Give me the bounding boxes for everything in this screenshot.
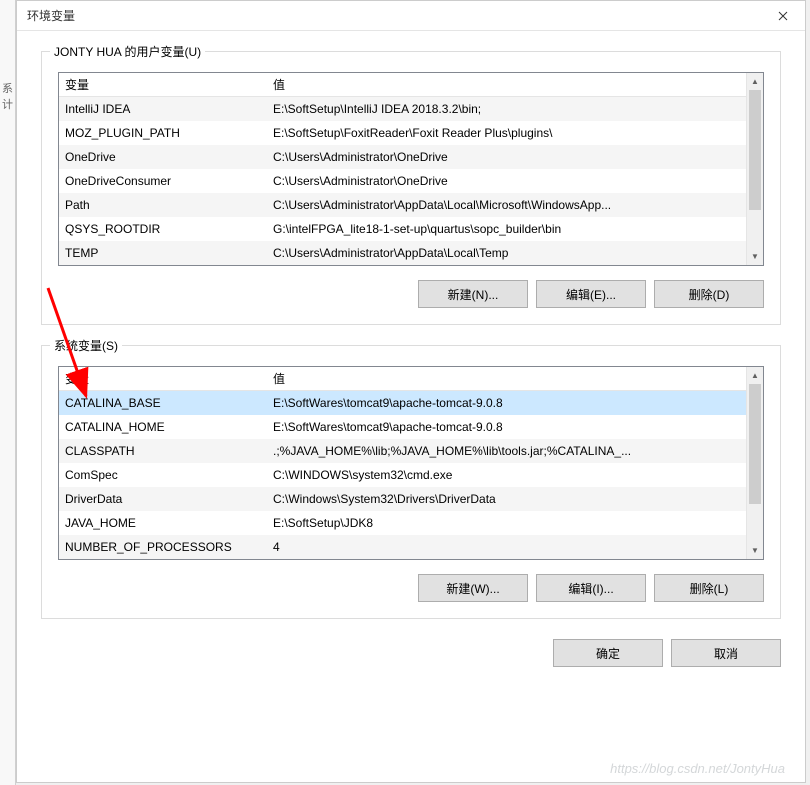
scroll-up-icon[interactable]: ▲ [747,73,763,90]
table-row[interactable]: OneDriveC:\Users\Administrator\OneDrive [59,145,763,169]
var-name: TEMP [59,246,267,260]
ok-button[interactable]: 确定 [553,639,663,667]
var-name: NUMBER_OF_PROCESSORS [59,540,267,554]
var-value: C:\Users\Administrator\AppData\Local\Mic… [267,198,763,212]
dialog-button-row: 确定 取消 [17,639,805,683]
var-value: .;%JAVA_HOME%\lib;%JAVA_HOME%\lib\tools.… [267,444,763,458]
user-button-row: 新建(N)... 编辑(E)... 删除(D) [58,280,764,308]
cancel-button[interactable]: 取消 [671,639,781,667]
scrollbar-thumb[interactable] [749,90,761,210]
scroll-down-icon[interactable]: ▼ [747,542,763,559]
var-name: IntelliJ IDEA [59,102,267,116]
table-row[interactable]: OneDriveConsumerC:\Users\Administrator\O… [59,169,763,193]
var-value: C:\WINDOWS\system32\cmd.exe [267,468,763,482]
var-value: E:\SoftWares\tomcat9\apache-tomcat-9.0.8 [267,420,763,434]
system-variables-label: 系统变量(S) [50,337,122,354]
user-variables-list[interactable]: 变量 值 IntelliJ IDEAE:\SoftSetup\IntelliJ … [58,72,764,266]
table-row[interactable]: CATALINA_BASEE:\SoftWares\tomcat9\apache… [59,391,763,415]
var-name: CLASSPATH [59,444,267,458]
table-row[interactable]: CATALINA_HOMEE:\SoftWares\tomcat9\apache… [59,415,763,439]
user-delete-button[interactable]: 删除(D) [654,280,764,308]
var-name: OneDrive [59,150,267,164]
header-name[interactable]: 变量 [59,76,267,93]
user-variables-label: JONTY HUA 的用户变量(U) [50,43,205,60]
system-variables-list[interactable]: 变量 值 CATALINA_BASEE:\SoftWares\tomcat9\a… [58,366,764,560]
var-name: CATALINA_BASE [59,396,267,410]
system-delete-button[interactable]: 删除(L) [654,574,764,602]
environment-variables-dialog: 环境变量 JONTY HUA 的用户变量(U) 变量 值 IntelliJ ID… [16,0,806,783]
scroll-down-icon[interactable]: ▼ [747,248,763,265]
list-header: 变量 值 [59,367,763,391]
system-button-row: 新建(W)... 编辑(I)... 删除(L) [58,574,764,602]
var-value: E:\SoftSetup\JDK8 [267,516,763,530]
background-panel-strip: 系计 [0,0,16,785]
table-row[interactable]: IntelliJ IDEAE:\SoftSetup\IntelliJ IDEA … [59,97,763,121]
scrollbar[interactable]: ▲ ▼ [746,73,763,265]
header-name[interactable]: 变量 [59,370,267,387]
var-value: 4 [267,540,763,554]
titlebar: 环境变量 [17,1,805,31]
var-name: JAVA_HOME [59,516,267,530]
watermark: https://blog.csdn.net/JontyHua [610,761,785,776]
system-edit-button[interactable]: 编辑(I)... [536,574,646,602]
table-row[interactable]: PathC:\Users\Administrator\AppData\Local… [59,193,763,217]
list-header: 变量 值 [59,73,763,97]
var-name: MOZ_PLUGIN_PATH [59,126,267,140]
close-button[interactable] [760,1,805,31]
scroll-up-icon[interactable]: ▲ [747,367,763,384]
system-new-button[interactable]: 新建(W)... [418,574,528,602]
table-row[interactable]: QSYS_ROOTDIRG:\intelFPGA_lite18-1-set-up… [59,217,763,241]
close-icon [778,11,788,21]
table-row[interactable]: TEMPC:\Users\Administrator\AppData\Local… [59,241,763,265]
var-name: OneDriveConsumer [59,174,267,188]
var-value: E:\SoftWares\tomcat9\apache-tomcat-9.0.8 [267,396,763,410]
window-title: 环境变量 [27,7,75,24]
var-name: QSYS_ROOTDIR [59,222,267,236]
var-value: E:\SoftSetup\IntelliJ IDEA 2018.3.2\bin; [267,102,763,116]
var-value: G:\intelFPGA_lite18-1-set-up\quartus\sop… [267,222,763,236]
table-row[interactable]: JAVA_HOMEE:\SoftSetup\JDK8 [59,511,763,535]
table-row[interactable]: MOZ_PLUGIN_PATHE:\SoftSetup\FoxitReader\… [59,121,763,145]
var-name: CATALINA_HOME [59,420,267,434]
table-row[interactable]: DriverDataC:\Windows\System32\Drivers\Dr… [59,487,763,511]
var-name: Path [59,198,267,212]
system-variables-group: 系统变量(S) 变量 值 CATALINA_BASEE:\SoftWares\t… [41,345,781,619]
table-row[interactable]: CLASSPATH.;%JAVA_HOME%\lib;%JAVA_HOME%\l… [59,439,763,463]
header-value[interactable]: 值 [267,370,763,387]
var-value: C:\Users\Administrator\OneDrive [267,174,763,188]
table-row[interactable]: ComSpecC:\WINDOWS\system32\cmd.exe [59,463,763,487]
var-value: E:\SoftSetup\FoxitReader\Foxit Reader Pl… [267,126,763,140]
var-value: C:\Users\Administrator\AppData\Local\Tem… [267,246,763,260]
user-variables-group: JONTY HUA 的用户变量(U) 变量 值 IntelliJ IDEAE:\… [41,51,781,325]
header-value[interactable]: 值 [267,76,763,93]
scrollbar[interactable]: ▲ ▼ [746,367,763,559]
var-name: DriverData [59,492,267,506]
var-name: ComSpec [59,468,267,482]
table-row[interactable]: NUMBER_OF_PROCESSORS4 [59,535,763,559]
var-value: C:\Windows\System32\Drivers\DriverData [267,492,763,506]
scrollbar-thumb[interactable] [749,384,761,504]
user-new-button[interactable]: 新建(N)... [418,280,528,308]
user-edit-button[interactable]: 编辑(E)... [536,280,646,308]
var-value: C:\Users\Administrator\OneDrive [267,150,763,164]
